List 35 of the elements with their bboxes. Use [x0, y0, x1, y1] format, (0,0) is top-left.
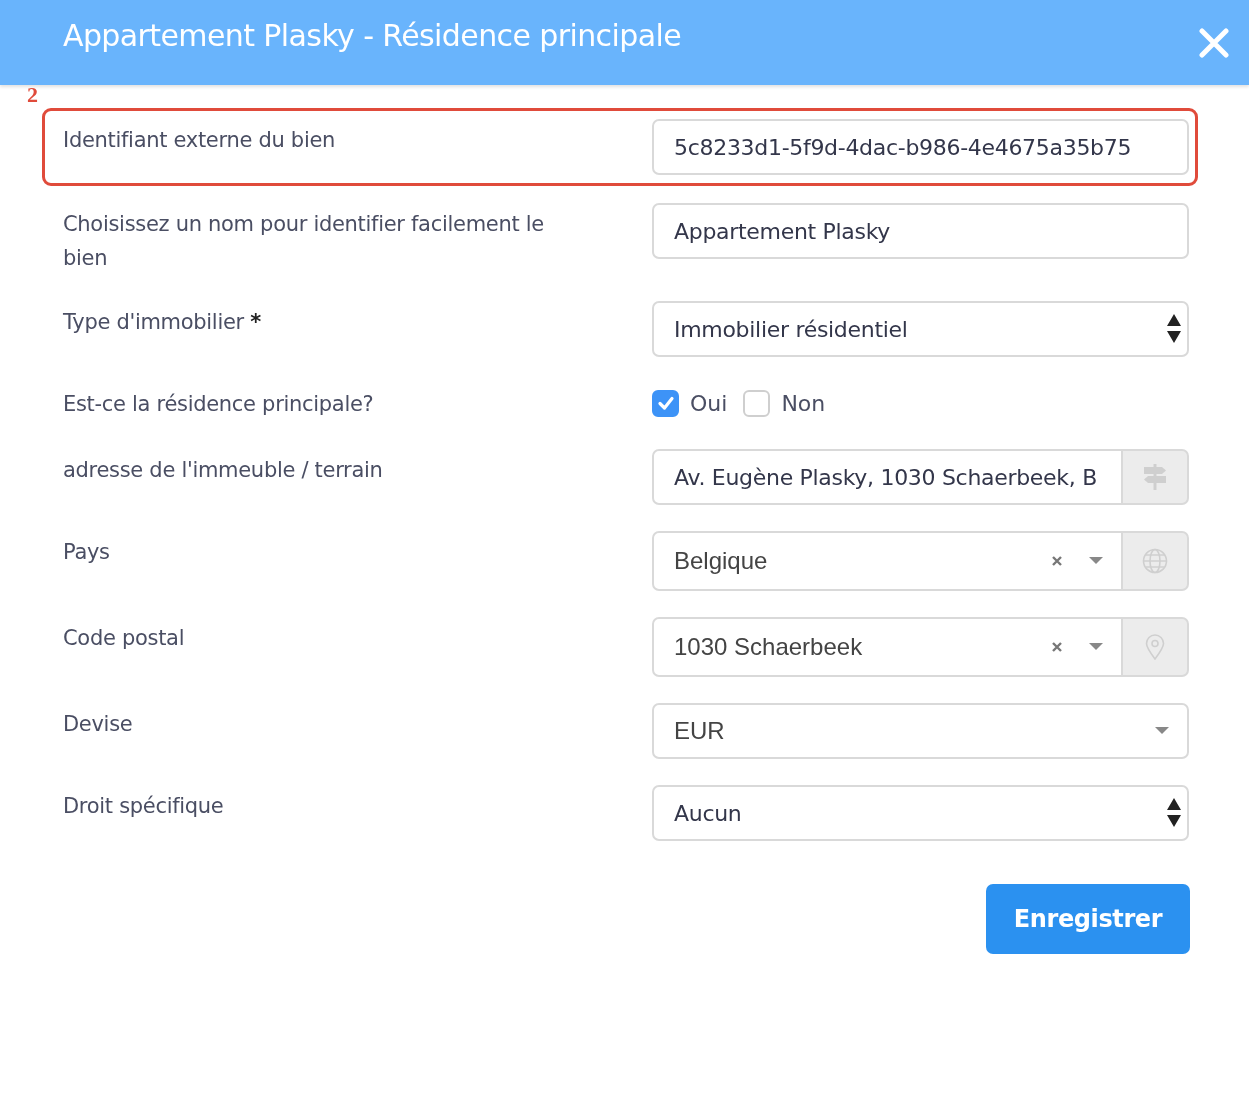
checkbox[interactable]: [743, 389, 771, 417]
select-field[interactable]: Aucun: [652, 785, 1189, 841]
dialog-title: Appartement Plasky - Résidence principale: [63, 18, 682, 55]
checkbox[interactable]: [652, 389, 679, 417]
field-label: Type d'immobilier *: [63, 309, 262, 336]
select-field[interactable]: Immobilier résidentiel: [652, 301, 1189, 357]
field-label: Identifiant externe du bien: [63, 127, 337, 154]
checkbox-label: Non: [781, 390, 826, 416]
address-field[interactable]: Av. Eugène Plasky, 1030 Schaerbeek, B: [652, 449, 1123, 505]
clear-icon[interactable]: [1051, 555, 1063, 567]
dropdown-field[interactable]: EUR: [652, 703, 1189, 759]
checkmark-icon: [656, 394, 675, 412]
checkbox-label: Oui: [690, 390, 728, 416]
map-pin-icon: [1145, 634, 1165, 660]
field-label: Choisissez un nom pour identifier facilement le bien: [63, 211, 545, 272]
field-label: Devise: [63, 711, 134, 738]
caret-icon[interactable]: [1155, 727, 1169, 735]
signpost-icon: [1143, 464, 1167, 490]
caret-icon[interactable]: [1089, 557, 1103, 565]
caret-icon[interactable]: [1089, 643, 1103, 651]
field-label: Est-ce la résidence principale?: [63, 391, 375, 418]
text-field[interactable]: 5c8233d1-5f9d-4dac-b986-4e4675a35b75: [652, 119, 1189, 175]
field-label: Pays: [63, 539, 111, 566]
field-label: Code postal: [63, 625, 186, 652]
combo-field[interactable]: 1030 Schaerbeek: [652, 617, 1123, 677]
globe-icon: [1142, 548, 1168, 574]
clear-icon[interactable]: [1051, 641, 1063, 653]
combo-field[interactable]: Belgique: [652, 531, 1123, 591]
field-label: adresse de l'immeuble / terrain: [63, 457, 384, 484]
text-field[interactable]: Appartement Plasky: [652, 203, 1189, 259]
up-down-arrows-icon: [1167, 798, 1181, 828]
up-down-arrows-icon: [1167, 314, 1181, 344]
field-label: Droit spécifique: [63, 793, 225, 820]
close-icon[interactable]: [1199, 27, 1229, 58]
annotation-number: 2: [27, 82, 38, 108]
